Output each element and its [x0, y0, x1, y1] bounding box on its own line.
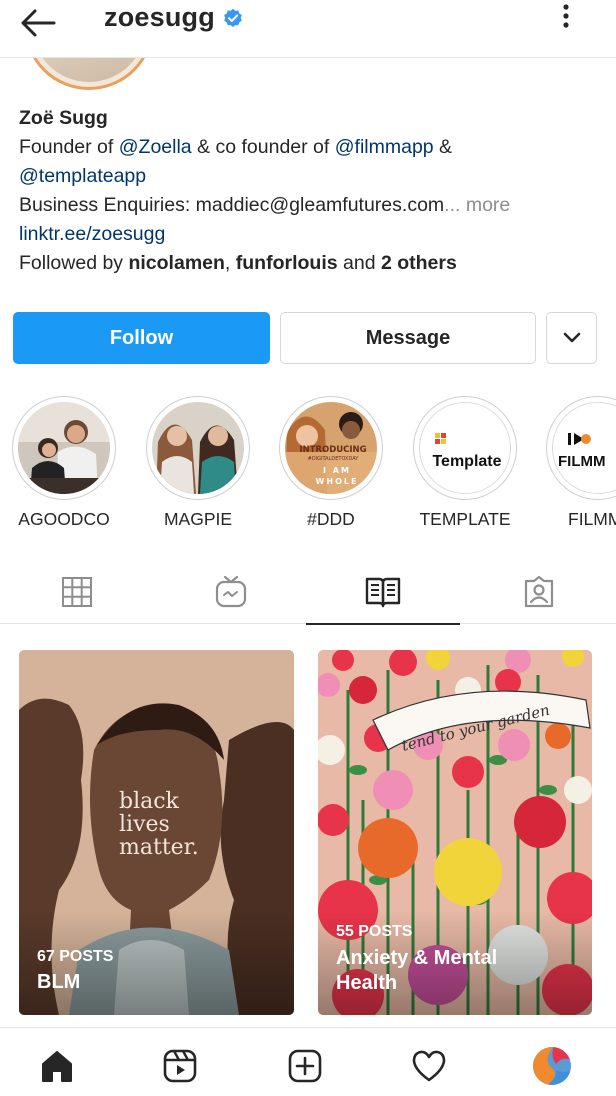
home-icon	[42, 1051, 72, 1082]
highlight-photo: INTRODUCING #DIGITALDETOXDAY I AM WHOLE	[285, 402, 377, 494]
followed-by[interactable]: Followed by nicolamen, funforlouis and 2…	[19, 249, 599, 278]
highlight-ddd[interactable]: INTRODUCING #DIGITALDETOXDAY I AM WHOLE …	[279, 396, 383, 530]
highlight-agoodco[interactable]: AGOODCO	[12, 396, 116, 530]
highlight-filmm[interactable]: FILMM FILMM	[546, 396, 616, 530]
template-logo: Template	[420, 403, 510, 493]
back-arrow-icon	[21, 9, 56, 37]
profile-title: zoesugg	[104, 2, 243, 33]
more-options-button[interactable]	[556, 2, 576, 34]
profile-tabs	[0, 560, 616, 625]
bio-line-3: Business Enquiries: maddiec@gleamfutures…	[19, 194, 511, 216]
follow-button[interactable]: Follow	[13, 312, 270, 364]
tab-igtv[interactable]	[154, 560, 308, 624]
highlight-label: TEMPLATE	[419, 509, 511, 529]
username: zoesugg	[104, 2, 215, 32]
back-button[interactable]	[18, 6, 58, 40]
highlight-label: FILMM	[568, 509, 616, 529]
mention-zoella[interactable]: @Zoella	[119, 136, 192, 158]
highlight-cover	[146, 396, 250, 500]
bottom-navigation	[0, 1027, 616, 1096]
svg-text:INTRODUCING: INTRODUCING	[299, 445, 366, 455]
mention-templateapp[interactable]: @templateapp	[19, 165, 146, 187]
highlight-magpie[interactable]: MAGPIE	[146, 396, 250, 530]
guide-post-count: 67 POSTS	[37, 948, 114, 965]
profile-name: Zoë Sugg	[19, 107, 108, 129]
profile-bio: Zoë Sugg Founder of @Zoella & co founder…	[19, 104, 599, 278]
tab-tagged[interactable]	[462, 560, 616, 624]
more-link[interactable]: ... more	[444, 194, 510, 216]
reels-icon	[163, 1049, 197, 1083]
highlight-cover: INTRODUCING #DIGITALDETOXDAY I AM WHOLE	[279, 396, 383, 500]
suggested-accounts-button[interactable]	[546, 312, 597, 364]
svg-text:I AM: I AM	[323, 466, 351, 475]
tagged-icon	[524, 575, 554, 608]
mention-filmmapp[interactable]: @filmmapp	[335, 136, 434, 158]
nav-home[interactable]	[37, 1046, 77, 1086]
message-button[interactable]: Message	[280, 312, 536, 364]
highlight-photo	[18, 402, 110, 494]
highlight-label: #DDD	[307, 509, 355, 529]
profile-header: zoesugg	[0, 0, 616, 58]
grid-icon	[62, 577, 92, 607]
highlight-template[interactable]: Template TEMPLATE	[413, 396, 517, 530]
tab-guides[interactable]	[306, 560, 460, 625]
guide-card-blm[interactable]: black lives matter. 67 POSTS BLM	[19, 650, 294, 1015]
nav-profile[interactable]	[532, 1046, 572, 1086]
igtv-icon	[215, 575, 247, 608]
nav-create[interactable]	[285, 1046, 325, 1086]
highlight-photo	[152, 402, 244, 494]
guide-title: BLM	[37, 971, 81, 993]
kebab-menu-icon	[563, 4, 569, 28]
bio-line-2: @templateapp	[19, 162, 599, 191]
svg-text:WHOLE: WHOLE	[316, 477, 359, 486]
svg-text:FILMM: FILMM	[558, 453, 605, 470]
verified-badge-icon	[224, 8, 242, 27]
nav-activity[interactable]	[409, 1046, 449, 1086]
svg-text:Template: Template	[432, 453, 501, 470]
guide-title: Anxiety & Mental Health	[336, 947, 498, 994]
website-link[interactable]: linktr.ee/zoesugg	[19, 220, 599, 249]
chevron-down-icon	[563, 332, 580, 343]
svg-text:matter.: matter.	[119, 835, 199, 860]
guide-card-anxiety[interactable]: tend to your garden 55 POSTS Anxiety & M…	[318, 650, 592, 1015]
bio-line-1: Founder of @Zoella & co founder of @film…	[19, 136, 453, 158]
tab-grid[interactable]	[0, 560, 154, 624]
highlight-cover	[12, 396, 116, 500]
svg-text:#DIGITALDETOXDAY: #DIGITALDETOXDAY	[308, 456, 360, 462]
avatar-icon	[533, 1047, 571, 1085]
svg-text:lives: lives	[119, 812, 170, 837]
svg-text:black: black	[119, 789, 180, 814]
nav-reels[interactable]	[160, 1046, 200, 1086]
filmm-logo: FILMM	[553, 403, 616, 493]
guide-post-count: 55 POSTS	[336, 923, 413, 940]
highlight-cover: FILMM	[546, 396, 616, 500]
create-icon	[288, 1049, 322, 1083]
highlight-label: MAGPIE	[163, 509, 233, 529]
highlight-cover: Template	[413, 396, 517, 500]
highlight-label: AGOODCO	[18, 509, 110, 529]
heart-icon	[412, 1050, 446, 1082]
guide-icon	[365, 577, 401, 608]
